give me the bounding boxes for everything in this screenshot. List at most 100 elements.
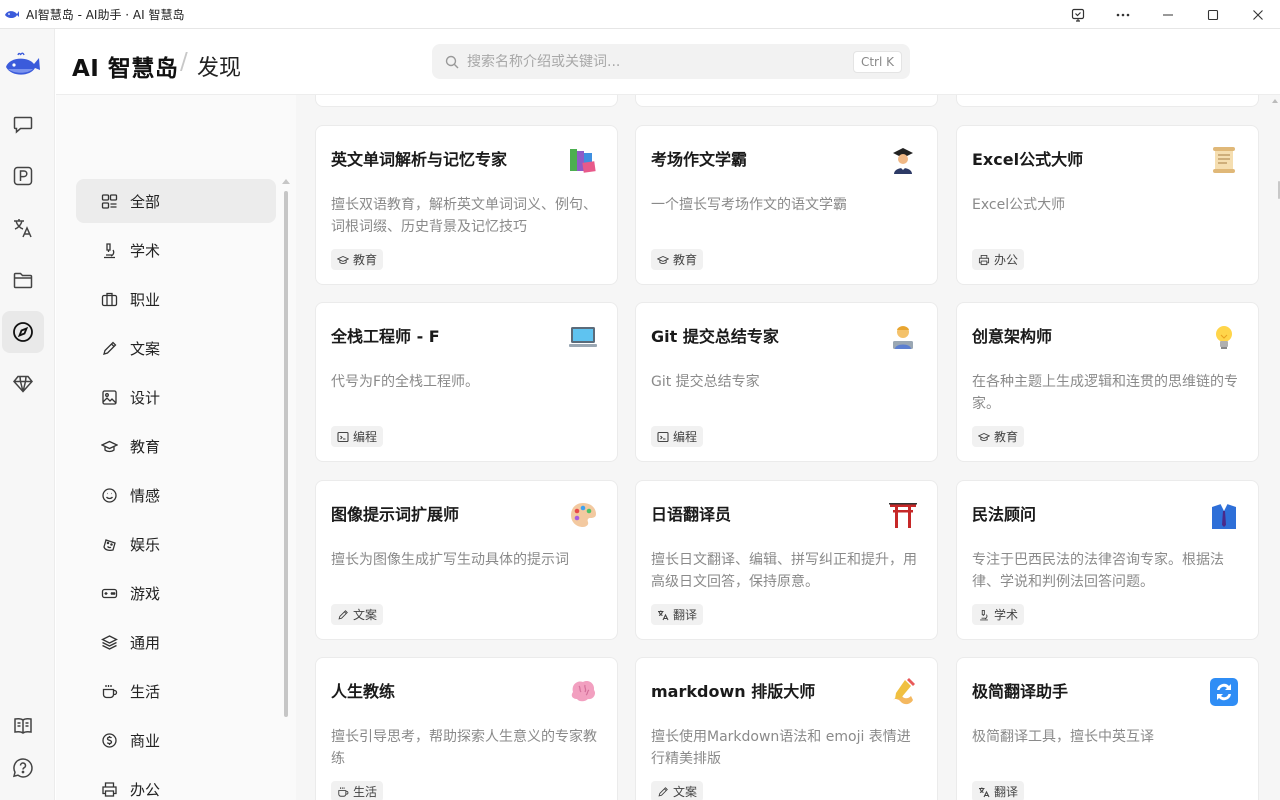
category-item[interactable]: 设计 [76, 375, 276, 419]
category-item[interactable]: 商业 [76, 718, 276, 762]
category-label: 办公 [130, 780, 161, 799]
category-item[interactable]: 文案 [76, 326, 276, 370]
card-title: 创意架构师 [972, 327, 1053, 346]
coffee-icon [337, 786, 349, 798]
category-label: 学术 [130, 241, 161, 260]
assistant-card[interactable]: Git 提交总结专家 Git 提交总结专家 编程 [635, 302, 938, 462]
assistant-avatar-icon [565, 319, 601, 355]
category-item[interactable]: 游戏 [76, 571, 276, 615]
category-item[interactable]: 娱乐 [76, 522, 276, 566]
diamond-icon[interactable] [2, 363, 44, 405]
assistant-card[interactable]: 日语翻译员 擅长日文翻译、编辑、拼写纠正和提升，用高级日文回答，保持原意。 翻译 [635, 480, 938, 640]
assistant-card[interactable]: 考场作文学霸 一个擅长写考场作文的语文学霸 教育 [635, 125, 938, 285]
help-icon[interactable] [2, 747, 44, 789]
card-partial[interactable] [635, 95, 938, 107]
category-item[interactable]: 教育 [76, 424, 276, 468]
assistant-avatar-icon [565, 142, 601, 178]
image-icon [100, 388, 118, 406]
search-shortcut-badge: Ctrl K [852, 51, 902, 73]
tag-label: 教育 [353, 253, 378, 267]
category-item[interactable]: 情感 [76, 473, 276, 517]
printer-icon [978, 254, 990, 266]
category-item[interactable]: 生活 [76, 669, 276, 713]
card-title: 民法顾问 [972, 505, 1037, 524]
translate-icon[interactable] [2, 207, 44, 249]
scroll-up-arrow-icon[interactable] [1272, 99, 1278, 103]
card-description: 擅长日文翻译、编辑、拼写纠正和提升，用高级日文回答，保持原意。 [651, 552, 917, 590]
translate-icon [657, 609, 669, 621]
category-tag[interactable]: 翻译 [972, 781, 1025, 800]
category-tag[interactable]: 教育 [972, 426, 1025, 447]
category-scrollbar[interactable] [284, 191, 288, 717]
logo-whale-icon[interactable] [4, 51, 42, 83]
card-title: 英文单词解析与记忆专家 [331, 150, 508, 169]
card-description: 专注于巴西民法的法律咨询专家。根据法律、学说和判例法回答问题。 [972, 552, 1224, 590]
search-input[interactable] [467, 53, 847, 70]
window-title-bar: AI智慧岛 - AI助手 · AI 智慧岛 [0, 0, 1280, 29]
category-tag[interactable]: 生活 [331, 781, 384, 800]
close-button[interactable] [1236, 0, 1280, 29]
category-tag[interactable]: 办公 [972, 249, 1025, 270]
category-tag[interactable]: 文案 [651, 781, 704, 800]
assistant-card[interactable]: 极简翻译助手 极简翻译工具，擅长中英互译 翻译 [956, 657, 1259, 800]
book-icon[interactable] [2, 705, 44, 747]
card-title: 图像提示词扩展师 [331, 505, 460, 524]
category-tag[interactable]: 编程 [331, 426, 384, 447]
breadcrumb-current: 发现 [197, 56, 242, 81]
layers-icon [100, 633, 118, 651]
assistant-card[interactable]: 创意架构师在各种主题上生成逻辑和连贯的思维链的专家。教育 [956, 302, 1259, 462]
card-description: Excel公式大师 [972, 197, 1066, 213]
p-icon[interactable] [2, 155, 44, 197]
category-tag[interactable]: 教育 [331, 249, 384, 270]
graduation-cap-icon [978, 431, 990, 443]
tag-label: 教育 [994, 430, 1019, 444]
card-partial[interactable] [315, 95, 618, 107]
tag-label: 生活 [353, 785, 378, 799]
category-label: 通用 [130, 633, 161, 652]
category-tag[interactable]: 教育 [651, 249, 704, 270]
assistant-avatar-icon [1206, 497, 1242, 533]
assistant-card[interactable]: Excel公式大师 Excel公式大师办公 [956, 125, 1259, 285]
assistant-card[interactable]: 民法顾问专注于巴西民法的法律咨询专家。根据法律、学说和判例法回答问题。学术 [956, 480, 1259, 640]
assistant-card[interactable]: markdown 排版大师 擅长使用Markdown语法和 emoji 表情进行精… [635, 657, 938, 800]
chat-icon[interactable] [2, 103, 44, 145]
assistant-card[interactable]: 英文单词解析与记忆专家 擅长双语教育，解析英文单词词义、例句、词根词缀、历史背景及… [315, 125, 618, 285]
gamepad-icon [100, 584, 118, 602]
category-tag[interactable]: 编程 [651, 426, 704, 447]
compass-icon[interactable] [2, 311, 44, 353]
assistant-card[interactable]: 图像提示词扩展师 擅长为图像生成扩写生动具体的提示词 文案 [315, 480, 618, 640]
category-item[interactable]: 职业 [76, 277, 276, 321]
category-tag[interactable]: 学术 [972, 604, 1025, 625]
tag-label: 办公 [994, 253, 1019, 267]
assistant-card[interactable]: 全栈工程师 - F 代号为F的全栈工程师。 编程 [315, 302, 618, 462]
assistant-card[interactable]: 人生教练 擅长引导思考，帮助探索人生意义的专家教练 生活 [315, 657, 618, 800]
tag-label: 文案 [673, 785, 698, 799]
category-item[interactable]: 办公 [76, 767, 276, 800]
folder-icon[interactable] [2, 259, 44, 301]
category-item[interactable]: 通用 [76, 620, 276, 664]
card-title: 考场作文学霸 [651, 150, 748, 169]
cast-icon[interactable] [1056, 0, 1100, 29]
more-options-icon[interactable] [1101, 0, 1145, 29]
assistant-avatar-icon [1206, 319, 1242, 355]
card-title: Excel公式大师 [972, 150, 1084, 169]
maximize-button[interactable] [1191, 0, 1235, 29]
card-partial[interactable] [956, 95, 1259, 107]
category-label: 设计 [130, 388, 161, 407]
card-description: 在各种主题上生成逻辑和连贯的思维链的专家。 [972, 374, 1238, 412]
category-tag[interactable]: 翻译 [651, 604, 704, 625]
category-label: 游戏 [130, 584, 161, 603]
printer-icon [100, 780, 118, 798]
microscope-icon [978, 609, 990, 621]
assistant-avatar-icon [885, 674, 921, 710]
category-item[interactable]: 全部 [76, 179, 276, 223]
category-tag[interactable]: 文案 [331, 604, 384, 625]
search-box[interactable]: Ctrl K [432, 44, 910, 79]
category-item[interactable]: 学术 [76, 228, 276, 272]
breadcrumb-separator: / [180, 49, 188, 75]
tag-label: 翻译 [673, 608, 698, 622]
card-title: 极简翻译助手 [972, 682, 1069, 701]
terminal-icon [337, 431, 349, 443]
minimize-button[interactable] [1146, 0, 1190, 29]
scroll-up-arrow-icon[interactable] [282, 179, 290, 184]
